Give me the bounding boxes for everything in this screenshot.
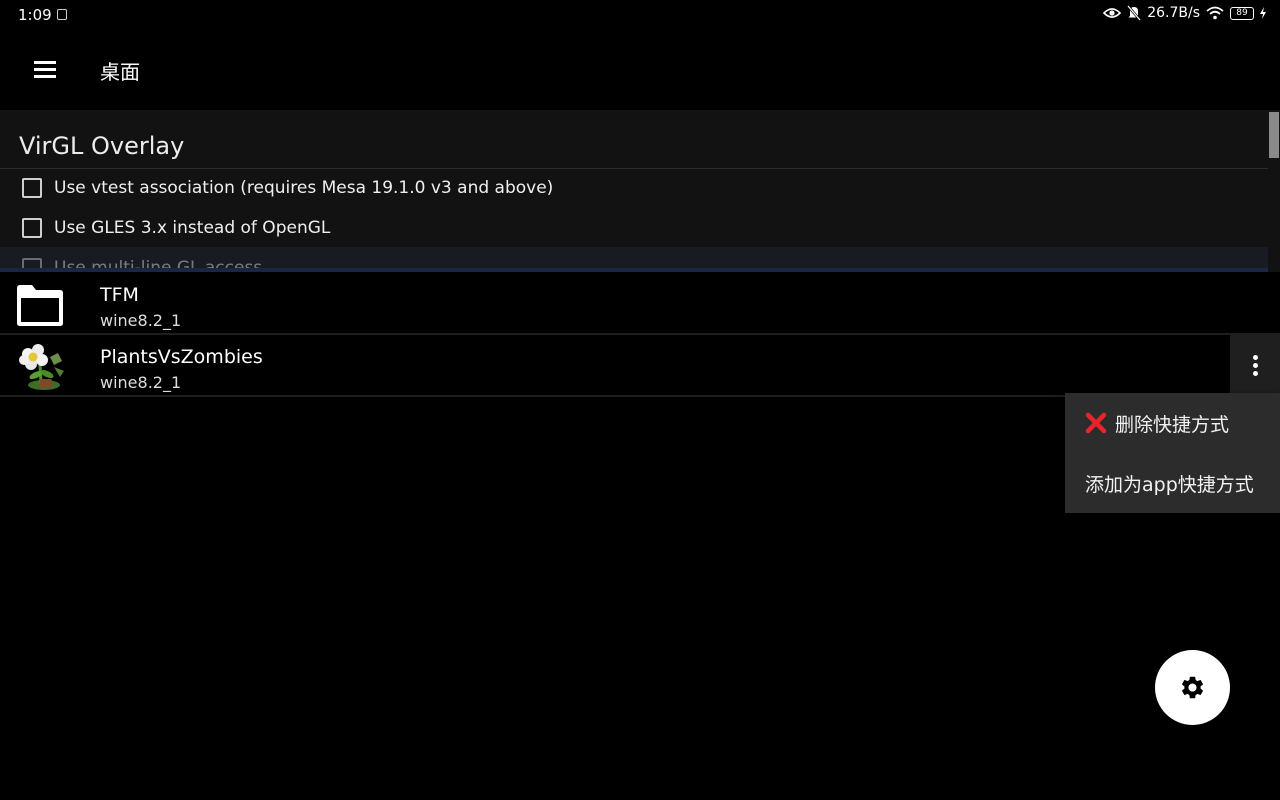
status-icons: 26.7B/s 89 [1103, 5, 1266, 21]
overlay-title: VirGL Overlay [19, 132, 185, 160]
menu-item-add-app-shortcut[interactable]: 添加为app快捷方式 [1085, 468, 1254, 498]
more-options-icon[interactable] [1230, 335, 1280, 395]
battery-icon: 89 [1230, 6, 1254, 20]
folder-icon [17, 285, 63, 326]
option-vtest[interactable]: Use vtest association (requires Mesa 19.… [22, 175, 553, 201]
network-speed: 26.7B/s [1147, 5, 1200, 21]
red-x-icon [1085, 412, 1107, 434]
plants-vs-zombies-icon [19, 344, 64, 390]
sim-icon [57, 9, 67, 20]
item-subtitle: wine8.2_1 [100, 311, 182, 330]
battery-level: 89 [1236, 7, 1248, 18]
option-label: Use vtest association (requires Mesa 19.… [54, 178, 554, 198]
virgl-overlay-panel: VirGL Overlay Use vtest association (req… [0, 110, 1268, 272]
list-item-plantsvszombies[interactable]: PlantsVsZombies wine8.2_1 [0, 335, 1280, 397]
status-bar: 1:09 26.7B/s 89 [0, 0, 1280, 32]
gear-icon [1181, 676, 1204, 699]
item-name: PlantsVsZombies [100, 346, 263, 368]
settings-fab[interactable] [1155, 650, 1230, 725]
overlay-divider [0, 168, 1268, 169]
option-gles[interactable]: Use GLES 3.x instead of OpenGL [22, 215, 330, 241]
overlay-scrollbar[interactable] [1268, 110, 1280, 272]
item-subtitle: wine8.2_1 [100, 373, 182, 392]
menu-item-label: 添加为app快捷方式 [1085, 473, 1254, 496]
option-label: Use GLES 3.x instead of OpenGL [54, 218, 331, 238]
status-time: 1:09 [18, 6, 52, 24]
checkbox-vtest[interactable] [22, 178, 42, 198]
eye-icon [1103, 8, 1122, 18]
hamburger-menu-icon[interactable] [24, 49, 66, 91]
page-title: 桌面 [100, 60, 140, 84]
item-name: TFM [100, 284, 139, 306]
wifi-icon [1206, 6, 1224, 20]
app-toolbar: 桌面 [0, 32, 1280, 108]
bell-muted-icon [1127, 5, 1142, 21]
checkbox-gles[interactable] [22, 218, 42, 238]
menu-item-delete-shortcut[interactable]: 删除快捷方式 [1085, 408, 1229, 438]
menu-item-label: 删除快捷方式 [1115, 413, 1230, 436]
context-menu: 删除快捷方式 添加为app快捷方式 [1065, 393, 1280, 513]
list-item-tfm[interactable]: TFM wine8.2_1 [0, 273, 1280, 335]
charging-icon [1260, 7, 1266, 19]
panel-bottom-edge [0, 268, 1268, 272]
scrollbar-thumb[interactable] [1269, 112, 1279, 158]
